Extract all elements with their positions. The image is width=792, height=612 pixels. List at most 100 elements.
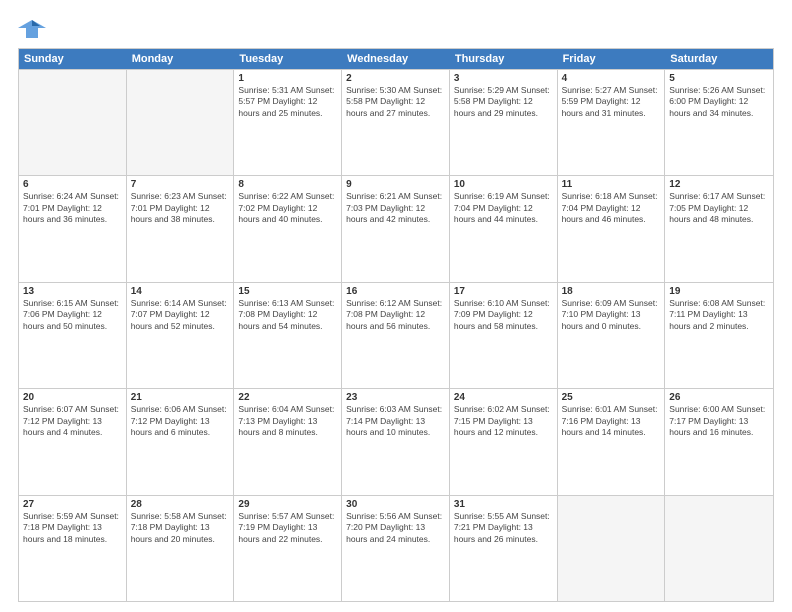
day-number: 16 bbox=[346, 286, 445, 297]
day-info: Sunrise: 6:08 AM Sunset: 7:11 PM Dayligh… bbox=[669, 298, 769, 332]
day-info: Sunrise: 6:12 AM Sunset: 7:08 PM Dayligh… bbox=[346, 298, 445, 332]
day-cell: 25Sunrise: 6:01 AM Sunset: 7:16 PM Dayli… bbox=[558, 389, 666, 494]
day-info: Sunrise: 6:03 AM Sunset: 7:14 PM Dayligh… bbox=[346, 404, 445, 438]
day-info: Sunrise: 6:06 AM Sunset: 7:12 PM Dayligh… bbox=[131, 404, 230, 438]
day-cell: 9Sunrise: 6:21 AM Sunset: 7:03 PM Daylig… bbox=[342, 176, 450, 281]
day-cell: 19Sunrise: 6:08 AM Sunset: 7:11 PM Dayli… bbox=[665, 283, 773, 388]
day-number: 1 bbox=[238, 73, 337, 84]
day-info: Sunrise: 5:27 AM Sunset: 5:59 PM Dayligh… bbox=[562, 85, 661, 119]
day-cell: 20Sunrise: 6:07 AM Sunset: 7:12 PM Dayli… bbox=[19, 389, 127, 494]
day-header-friday: Friday bbox=[558, 49, 666, 69]
day-info: Sunrise: 5:57 AM Sunset: 7:19 PM Dayligh… bbox=[238, 511, 337, 545]
day-number: 8 bbox=[238, 179, 337, 190]
day-cell: 11Sunrise: 6:18 AM Sunset: 7:04 PM Dayli… bbox=[558, 176, 666, 281]
header bbox=[18, 18, 774, 40]
day-number: 31 bbox=[454, 499, 553, 510]
day-info: Sunrise: 5:26 AM Sunset: 6:00 PM Dayligh… bbox=[669, 85, 769, 119]
day-header-thursday: Thursday bbox=[450, 49, 558, 69]
day-number: 11 bbox=[562, 179, 661, 190]
logo-icon bbox=[18, 18, 46, 40]
day-number: 14 bbox=[131, 286, 230, 297]
day-number: 20 bbox=[23, 392, 122, 403]
day-cell: 22Sunrise: 6:04 AM Sunset: 7:13 PM Dayli… bbox=[234, 389, 342, 494]
day-cell bbox=[127, 70, 235, 175]
day-number: 23 bbox=[346, 392, 445, 403]
day-number: 13 bbox=[23, 286, 122, 297]
day-number: 25 bbox=[562, 392, 661, 403]
day-cell: 5Sunrise: 5:26 AM Sunset: 6:00 PM Daylig… bbox=[665, 70, 773, 175]
day-headers: SundayMondayTuesdayWednesdayThursdayFrid… bbox=[19, 49, 773, 69]
page: SundayMondayTuesdayWednesdayThursdayFrid… bbox=[0, 0, 792, 612]
day-cell: 26Sunrise: 6:00 AM Sunset: 7:17 PM Dayli… bbox=[665, 389, 773, 494]
logo bbox=[18, 18, 50, 40]
day-cell: 27Sunrise: 5:59 AM Sunset: 7:18 PM Dayli… bbox=[19, 496, 127, 601]
day-info: Sunrise: 6:24 AM Sunset: 7:01 PM Dayligh… bbox=[23, 191, 122, 225]
day-number: 29 bbox=[238, 499, 337, 510]
day-header-wednesday: Wednesday bbox=[342, 49, 450, 69]
day-info: Sunrise: 5:30 AM Sunset: 5:58 PM Dayligh… bbox=[346, 85, 445, 119]
day-info: Sunrise: 6:15 AM Sunset: 7:06 PM Dayligh… bbox=[23, 298, 122, 332]
day-info: Sunrise: 6:17 AM Sunset: 7:05 PM Dayligh… bbox=[669, 191, 769, 225]
day-number: 15 bbox=[238, 286, 337, 297]
day-cell: 28Sunrise: 5:58 AM Sunset: 7:18 PM Dayli… bbox=[127, 496, 235, 601]
day-info: Sunrise: 6:02 AM Sunset: 7:15 PM Dayligh… bbox=[454, 404, 553, 438]
day-cell: 14Sunrise: 6:14 AM Sunset: 7:07 PM Dayli… bbox=[127, 283, 235, 388]
day-number: 5 bbox=[669, 73, 769, 84]
day-number: 28 bbox=[131, 499, 230, 510]
day-info: Sunrise: 6:21 AM Sunset: 7:03 PM Dayligh… bbox=[346, 191, 445, 225]
week-row-2: 6Sunrise: 6:24 AM Sunset: 7:01 PM Daylig… bbox=[19, 175, 773, 281]
day-info: Sunrise: 6:18 AM Sunset: 7:04 PM Dayligh… bbox=[562, 191, 661, 225]
week-row-4: 20Sunrise: 6:07 AM Sunset: 7:12 PM Dayli… bbox=[19, 388, 773, 494]
day-info: Sunrise: 5:58 AM Sunset: 7:18 PM Dayligh… bbox=[131, 511, 230, 545]
day-cell: 21Sunrise: 6:06 AM Sunset: 7:12 PM Dayli… bbox=[127, 389, 235, 494]
day-info: Sunrise: 6:13 AM Sunset: 7:08 PM Dayligh… bbox=[238, 298, 337, 332]
day-cell: 24Sunrise: 6:02 AM Sunset: 7:15 PM Dayli… bbox=[450, 389, 558, 494]
day-cell: 1Sunrise: 5:31 AM Sunset: 5:57 PM Daylig… bbox=[234, 70, 342, 175]
day-info: Sunrise: 6:22 AM Sunset: 7:02 PM Dayligh… bbox=[238, 191, 337, 225]
calendar: SundayMondayTuesdayWednesdayThursdayFrid… bbox=[18, 48, 774, 602]
day-cell bbox=[558, 496, 666, 601]
day-cell: 3Sunrise: 5:29 AM Sunset: 5:58 PM Daylig… bbox=[450, 70, 558, 175]
day-cell: 10Sunrise: 6:19 AM Sunset: 7:04 PM Dayli… bbox=[450, 176, 558, 281]
day-number: 3 bbox=[454, 73, 553, 84]
day-number: 19 bbox=[669, 286, 769, 297]
day-cell: 13Sunrise: 6:15 AM Sunset: 7:06 PM Dayli… bbox=[19, 283, 127, 388]
day-cell: 6Sunrise: 6:24 AM Sunset: 7:01 PM Daylig… bbox=[19, 176, 127, 281]
day-number: 24 bbox=[454, 392, 553, 403]
day-cell: 30Sunrise: 5:56 AM Sunset: 7:20 PM Dayli… bbox=[342, 496, 450, 601]
day-number: 4 bbox=[562, 73, 661, 84]
day-number: 12 bbox=[669, 179, 769, 190]
week-row-1: 1Sunrise: 5:31 AM Sunset: 5:57 PM Daylig… bbox=[19, 69, 773, 175]
day-cell: 2Sunrise: 5:30 AM Sunset: 5:58 PM Daylig… bbox=[342, 70, 450, 175]
week-row-3: 13Sunrise: 6:15 AM Sunset: 7:06 PM Dayli… bbox=[19, 282, 773, 388]
day-cell: 4Sunrise: 5:27 AM Sunset: 5:59 PM Daylig… bbox=[558, 70, 666, 175]
day-header-monday: Monday bbox=[127, 49, 235, 69]
day-number: 7 bbox=[131, 179, 230, 190]
day-number: 10 bbox=[454, 179, 553, 190]
day-header-tuesday: Tuesday bbox=[234, 49, 342, 69]
day-number: 22 bbox=[238, 392, 337, 403]
day-cell: 12Sunrise: 6:17 AM Sunset: 7:05 PM Dayli… bbox=[665, 176, 773, 281]
day-info: Sunrise: 5:29 AM Sunset: 5:58 PM Dayligh… bbox=[454, 85, 553, 119]
day-info: Sunrise: 5:59 AM Sunset: 7:18 PM Dayligh… bbox=[23, 511, 122, 545]
day-info: Sunrise: 6:19 AM Sunset: 7:04 PM Dayligh… bbox=[454, 191, 553, 225]
day-number: 17 bbox=[454, 286, 553, 297]
day-cell bbox=[665, 496, 773, 601]
week-row-5: 27Sunrise: 5:59 AM Sunset: 7:18 PM Dayli… bbox=[19, 495, 773, 601]
day-number: 30 bbox=[346, 499, 445, 510]
day-number: 9 bbox=[346, 179, 445, 190]
day-info: Sunrise: 5:56 AM Sunset: 7:20 PM Dayligh… bbox=[346, 511, 445, 545]
day-info: Sunrise: 6:10 AM Sunset: 7:09 PM Dayligh… bbox=[454, 298, 553, 332]
day-info: Sunrise: 6:23 AM Sunset: 7:01 PM Dayligh… bbox=[131, 191, 230, 225]
day-info: Sunrise: 5:55 AM Sunset: 7:21 PM Dayligh… bbox=[454, 511, 553, 545]
day-info: Sunrise: 5:31 AM Sunset: 5:57 PM Dayligh… bbox=[238, 85, 337, 119]
day-number: 27 bbox=[23, 499, 122, 510]
day-header-saturday: Saturday bbox=[665, 49, 773, 69]
day-cell: 7Sunrise: 6:23 AM Sunset: 7:01 PM Daylig… bbox=[127, 176, 235, 281]
day-cell: 23Sunrise: 6:03 AM Sunset: 7:14 PM Dayli… bbox=[342, 389, 450, 494]
day-number: 21 bbox=[131, 392, 230, 403]
day-cell bbox=[19, 70, 127, 175]
day-cell: 18Sunrise: 6:09 AM Sunset: 7:10 PM Dayli… bbox=[558, 283, 666, 388]
day-number: 6 bbox=[23, 179, 122, 190]
day-header-sunday: Sunday bbox=[19, 49, 127, 69]
